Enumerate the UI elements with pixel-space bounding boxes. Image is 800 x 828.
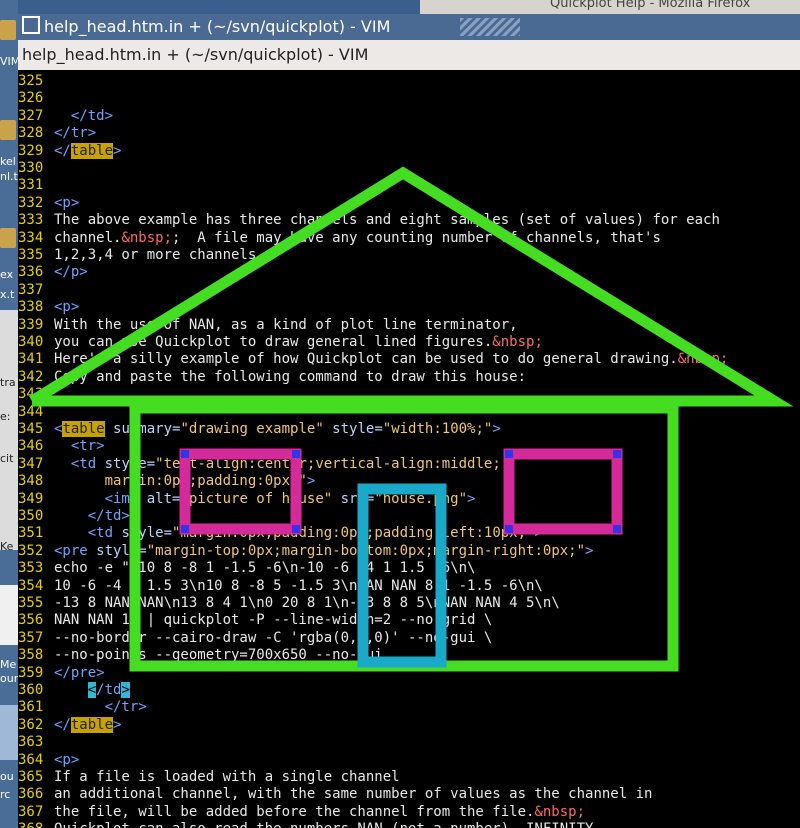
corner-marker	[292, 450, 300, 458]
file-icon[interactable]	[0, 228, 16, 248]
corner-marker	[613, 450, 621, 458]
window-title-bar[interactable]: help_head.htm.in + (~/svn/quickplot) - V…	[18, 14, 800, 40]
title-bar-grip	[460, 18, 520, 36]
background-window-title: Quickplot Help - Mozilla Firefox	[550, 0, 751, 11]
desktop-label: rc	[0, 788, 11, 801]
background-window[interactable]	[0, 310, 18, 550]
desktop-label: nl.t	[0, 170, 18, 183]
house-roof-outline	[29, 166, 794, 407]
house-right-window	[503, 448, 623, 535]
house-drawing-overlay	[29, 166, 794, 672]
folder-icon[interactable]	[0, 20, 16, 40]
desktop-label: x.t	[0, 288, 15, 301]
file-icon[interactable]	[0, 120, 16, 140]
background-window[interactable]	[0, 705, 18, 760]
desktop-label: ou	[0, 770, 14, 783]
desktop-label: ex	[0, 268, 14, 281]
desktop-label: Ke	[0, 540, 14, 553]
window-subtitle-bar: help_head.htm.in + (~/svn/quickplot) - V…	[18, 40, 800, 70]
house-left-window	[179, 448, 302, 535]
house-body-outline	[129, 402, 679, 672]
vim-editor[interactable]: 325 326 327 </td> 328 </tr> 329 </table> 33…	[18, 70, 800, 828]
corner-marker	[292, 525, 300, 533]
window-menu-icon[interactable]	[22, 16, 40, 34]
desktop-label: e:	[0, 410, 11, 423]
window-subtitle: help_head.htm.in + (~/svn/quickplot) - V…	[22, 45, 369, 64]
desktop-label: tra	[0, 376, 16, 389]
desktop-label: kel	[0, 155, 16, 168]
desktop-label: VIM	[0, 55, 18, 68]
desktop-label: Me	[0, 658, 17, 671]
corner-marker	[613, 525, 621, 533]
desktop-left-strip: VIM kel nl.t ex x.t tra e: cit Ke Me our…	[0, 0, 18, 828]
desktop-label: our	[0, 672, 18, 685]
desktop-label: cit	[0, 452, 14, 465]
corner-marker	[505, 525, 513, 533]
corner-marker	[181, 525, 189, 533]
window-title: help_head.htm.in + (~/svn/quickplot) - V…	[44, 17, 391, 36]
corner-marker	[181, 450, 189, 458]
background-window[interactable]	[0, 585, 18, 645]
house-door	[357, 483, 447, 668]
corner-marker	[505, 450, 513, 458]
